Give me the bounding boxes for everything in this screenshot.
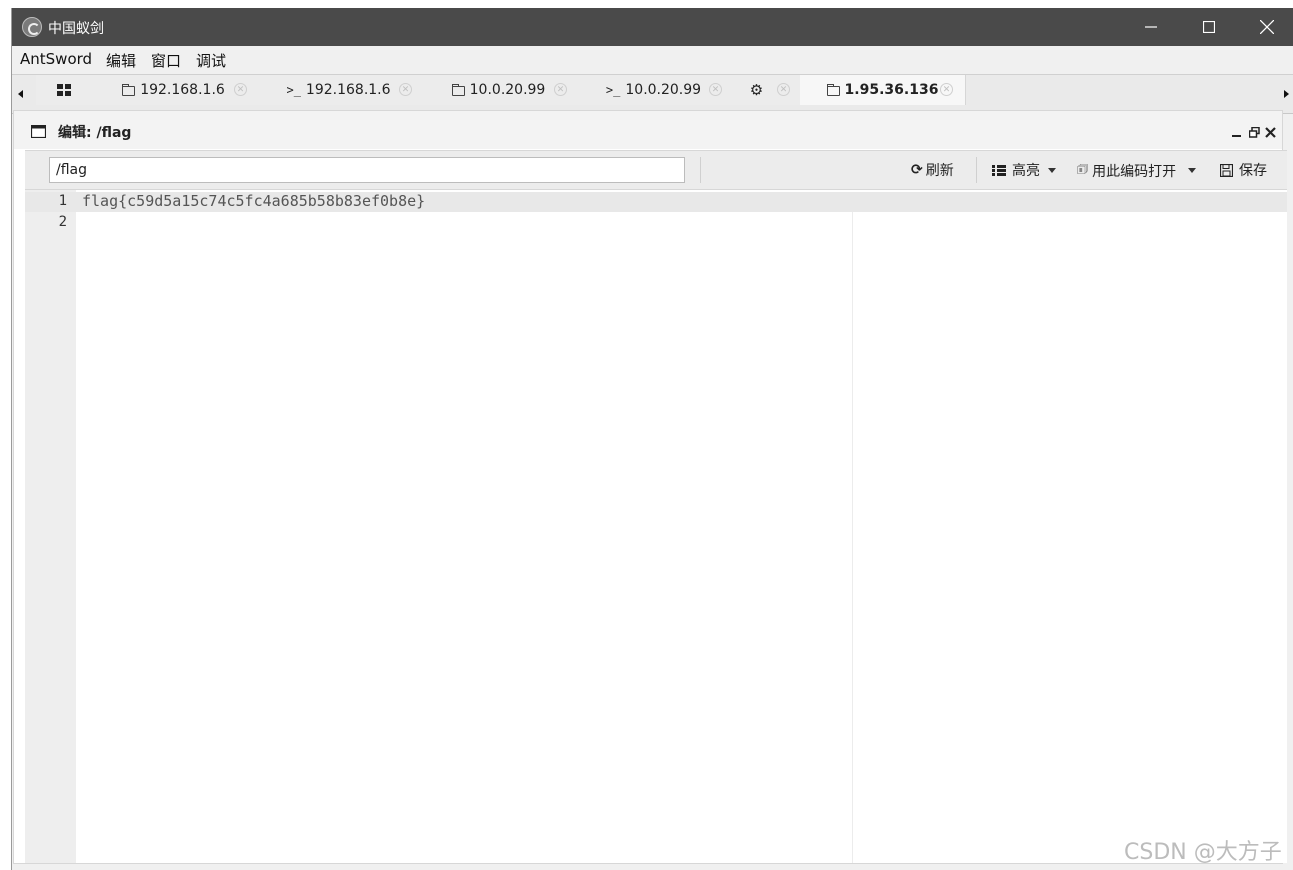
save-icon <box>1220 163 1233 177</box>
chevron-down-icon <box>1048 167 1056 173</box>
highlight-label: 高亮 <box>1012 163 1040 179</box>
path-input[interactable] <box>49 157 685 183</box>
editor-toolbar: ⟳ 刷新 高亮 🗊 用此编码打开 保存 <box>25 150 1287 190</box>
folder-icon <box>826 84 840 96</box>
maximize-icon <box>1203 21 1215 33</box>
tab-label: 10.0.20.99 <box>469 82 546 98</box>
save-label: 保存 <box>1239 163 1267 179</box>
gear-icon: ⚙ <box>749 81 764 99</box>
save-button[interactable]: 保存 <box>1220 160 1267 180</box>
tab-label: 192.168.1.6 <box>305 82 391 98</box>
chevron-left-icon <box>18 90 23 98</box>
close-icon <box>1265 127 1276 138</box>
tab-bar: 192.168.1.6 ✕ >_ 192.168.1.6 ✕ 10.0.20.9… <box>12 74 1293 114</box>
restore-icon <box>1248 126 1260 138</box>
chevron-down-icon <box>1188 168 1197 173</box>
folder-icon <box>122 84 136 96</box>
panel-restore-button[interactable] <box>1248 123 1260 142</box>
tab-settings[interactable]: ⚙ ✕ <box>731 75 801 105</box>
window-title: 中国蚁剑 <box>48 21 104 37</box>
print-margin <box>852 212 853 863</box>
maximize-button[interactable] <box>1180 8 1238 46</box>
line-number-gutter <box>25 190 76 863</box>
highlight-dropdown[interactable]: 高亮 <box>992 160 1056 180</box>
menu-debug[interactable]: 调试 <box>196 50 226 71</box>
antsword-logo-icon <box>22 17 42 37</box>
panel-header: 编辑: /flag <box>14 111 1282 149</box>
panel-minimize-button[interactable] <box>1232 123 1241 142</box>
refresh-icon: ⟳ <box>911 162 923 178</box>
tab-close-icon[interactable]: ✕ <box>777 83 790 96</box>
minimize-icon <box>1145 26 1157 28</box>
tab-files-10-0-20-99[interactable]: 10.0.20.99 ✕ <box>421 75 577 105</box>
tab-scroll-right-button[interactable] <box>1283 85 1291 104</box>
line-number: 1 <box>58 193 67 209</box>
minimize-button[interactable] <box>1122 8 1180 46</box>
window-icon <box>31 125 46 138</box>
panel-close-button[interactable] <box>1265 123 1276 142</box>
tab-terminal-10-0-20-99[interactable]: >_ 10.0.20.99 ✕ <box>576 75 732 105</box>
tab-close-icon[interactable]: ✕ <box>940 83 953 96</box>
menu-window[interactable]: 窗口 <box>151 50 181 71</box>
terminal-icon: >_ <box>286 83 301 97</box>
tab-close-icon[interactable]: ✕ <box>234 83 247 96</box>
tab-close-icon[interactable]: ✕ <box>399 83 412 96</box>
close-button[interactable] <box>1238 8 1293 46</box>
refresh-button[interactable]: ⟳ 刷新 <box>911 160 954 180</box>
toolbar-separator <box>700 157 701 183</box>
panel-title: 编辑: /flag <box>58 125 132 141</box>
tab-label: 1.95.36.136 <box>844 82 939 98</box>
grid-icon <box>56 84 71 96</box>
open-with-encoding-dropdown[interactable]: 🗊 用此编码打开 <box>1077 160 1197 181</box>
folder-icon <box>451 84 465 96</box>
terminal-icon: >_ <box>605 83 621 97</box>
list-icon <box>992 164 1006 176</box>
menu-bar: AntSword 编辑 窗口 调试 <box>12 46 1293 73</box>
tab-files-1-95-36-136[interactable]: 1.95.36.136 ✕ <box>800 75 966 105</box>
title-bar: 中国蚁剑 <box>12 8 1293 46</box>
line-number: 2 <box>58 214 67 230</box>
close-icon <box>1260 20 1274 34</box>
tab-terminal-192-168-1-6[interactable]: >_ 192.168.1.6 ✕ <box>256 75 422 105</box>
tab-label: 10.0.20.99 <box>625 82 702 98</box>
tab-files-192-168-1-6[interactable]: 192.168.1.6 ✕ <box>91 75 257 105</box>
chevron-right-icon <box>1284 90 1289 98</box>
tab-scroll-left-button[interactable] <box>16 85 24 104</box>
minimize-icon <box>1232 135 1241 137</box>
tab-dashboard[interactable] <box>36 75 92 105</box>
open-with-encoding-label: 用此编码打开 <box>1092 163 1177 180</box>
toolbar-separator <box>976 157 977 183</box>
menu-edit[interactable]: 编辑 <box>106 50 136 71</box>
tab-close-icon[interactable]: ✕ <box>709 83 722 96</box>
encoding-icon: 🗊 <box>1077 162 1089 176</box>
watermark: CSDN @大方子 <box>1124 840 1282 865</box>
code-editor[interactable]: 1 2 flag{c59d5a15c74c5fc4a685b58b83ef0b8… <box>25 190 1287 863</box>
tab-close-icon[interactable]: ✕ <box>554 83 567 96</box>
refresh-label: 刷新 <box>925 163 954 179</box>
tab-label: 192.168.1.6 <box>140 82 225 98</box>
menu-antsword[interactable]: AntSword <box>20 50 92 68</box>
code-line[interactable]: flag{c59d5a15c74c5fc4a685b58b83ef0b8e} <box>82 192 425 210</box>
